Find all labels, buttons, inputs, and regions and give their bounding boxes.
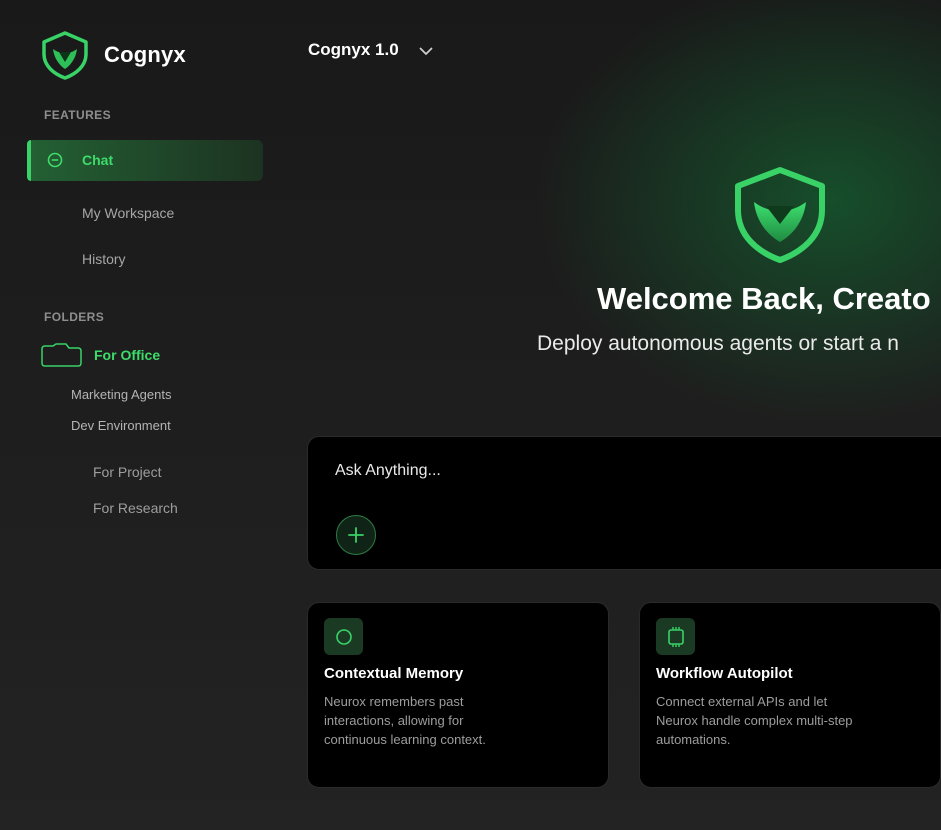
card-icon-box [656,618,695,655]
sidebar-item-history[interactable]: History [82,251,126,267]
folder-item-marketing-agents[interactable]: Marketing Agents [71,387,171,402]
folder-for-research[interactable]: For Research [93,500,178,516]
chip-icon [667,626,684,647]
features-section-label: FEATURES [44,108,111,122]
sidebar-item-my-workspace[interactable]: My Workspace [82,205,174,221]
shield-logo-icon [735,167,825,263]
model-name: Cognyx 1.0 [308,40,399,59]
folder-label: For Office [94,347,161,363]
feature-card-contextual-memory[interactable]: Contextual Memory Neurox remembers past … [307,602,609,788]
model-selector[interactable]: Cognyx 1.0 [308,40,433,60]
folder-for-office[interactable]: For Office [40,343,160,367]
brand[interactable]: Cognyx [40,30,186,80]
folder-for-project[interactable]: For Project [93,464,161,480]
card-description: Neurox remembers past interactions, allo… [324,694,486,747]
card-title: Workflow Autopilot [656,665,793,682]
sidebar: Cognyx FEATURES Chat My Workspace Histor… [0,0,290,830]
minus-circle-icon [47,152,63,168]
hero-title: Welcome Back, Creato [597,281,931,316]
folders-section-label: FOLDERS [44,310,105,324]
hero-subtitle: Deploy autonomous agents or start a n [537,332,899,355]
ask-input[interactable] [335,459,895,483]
ask-box [307,436,941,570]
folder-item-dev-environment[interactable]: Dev Environment [71,418,171,433]
plus-icon [348,527,364,543]
circle-icon [335,628,352,645]
card-title: Contextual Memory [324,665,464,682]
chevron-down-icon [419,47,433,55]
add-button[interactable] [336,515,376,555]
card-description: Connect external APIs and let Neurox han… [656,694,853,747]
sidebar-item-chat[interactable]: Chat [27,140,263,181]
app-name: Cognyx [104,42,186,67]
sidebar-item-label: Chat [82,152,114,168]
folder-icon [41,343,82,367]
shield-logo-icon [42,31,88,80]
feature-card-workflow-autopilot[interactable]: Workflow Autopilot Connect external APIs… [639,602,941,788]
card-icon-box [324,618,363,655]
